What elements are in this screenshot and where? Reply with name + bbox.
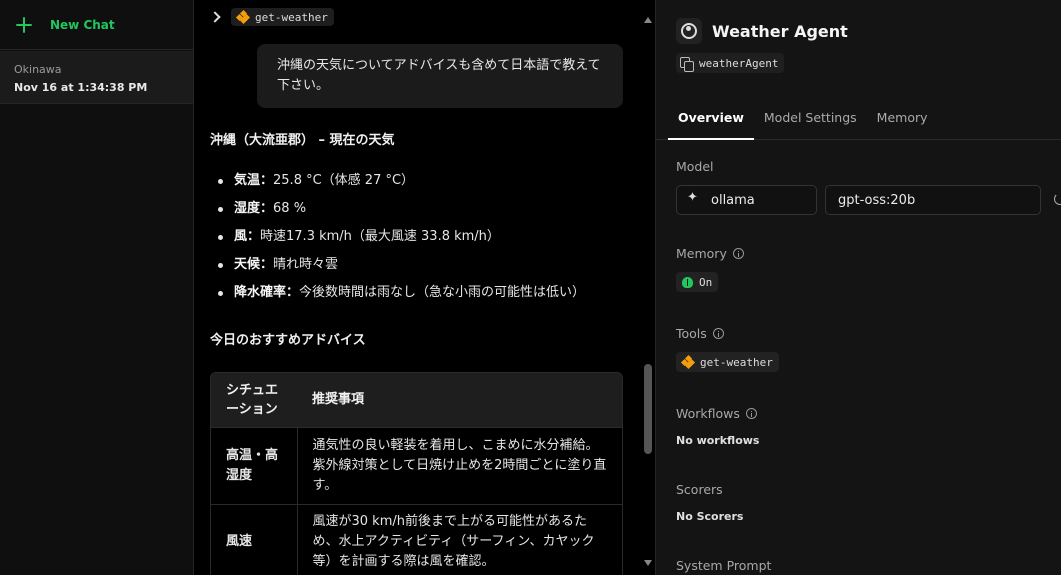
agent-icon bbox=[676, 18, 702, 44]
table-row: 風速 風速が30 km/h前後まで上がる可能性があるため、水上アクティビティ（サ… bbox=[211, 503, 622, 575]
table-cell: 高温・高湿度 bbox=[211, 426, 298, 504]
list-item: 風：時速17.3 km/h（最大風速 33.8 km/h） bbox=[210, 223, 640, 251]
reset-icon[interactable] bbox=[1054, 193, 1061, 205]
memory-status-badge: On bbox=[676, 272, 719, 292]
scroll-up-icon[interactable] bbox=[644, 17, 652, 23]
brain-icon bbox=[682, 276, 693, 288]
agent-panel: Weather Agent weatherAgent Overview Mode… bbox=[655, 0, 1061, 575]
agent-header: Weather Agent bbox=[676, 18, 848, 44]
tab-overview[interactable]: Overview bbox=[668, 98, 754, 140]
list-item: 降水確率：今後数時間は雨なし（急な小雨の可能性は低い） bbox=[210, 279, 640, 307]
thread-timestamp: Nov 16 at 1:34:38 PM bbox=[14, 81, 148, 94]
tool-call-badge[interactable]: get-weather bbox=[231, 8, 334, 26]
model-name-value: gpt-oss:20b bbox=[838, 192, 916, 208]
tool-name: get-weather bbox=[700, 355, 773, 369]
tool-badge[interactable]: get-weather bbox=[676, 352, 779, 372]
memory-status: On bbox=[699, 275, 713, 289]
new-chat-button[interactable]: New Chat bbox=[0, 0, 193, 50]
list-item: 天候：晴れ時々雲 bbox=[210, 251, 640, 279]
table-row: 高温・高湿度 通気性の良い軽装を着用し、こまめに水分補給。紫外線対策として日焼け… bbox=[211, 426, 622, 504]
info-icon[interactable] bbox=[732, 248, 744, 259]
tool-call-name: get-weather bbox=[255, 10, 328, 24]
response-title: 沖縄（大流亜郡） – 現在の天気 bbox=[210, 133, 395, 148]
tab-memory[interactable]: Memory bbox=[867, 98, 938, 139]
info-icon[interactable] bbox=[712, 328, 724, 339]
advice-table: シチュエーション 推奨事項 高温・高湿度 通気性の良い軽装を着用し、こまめに水分… bbox=[210, 372, 623, 575]
tool-icon bbox=[680, 354, 696, 370]
model-name-input[interactable]: gpt-oss:20b bbox=[825, 185, 1041, 215]
table-header: 推奨事項 bbox=[297, 373, 622, 427]
scorers-value: No Scorers bbox=[676, 510, 744, 523]
agent-id: weatherAgent bbox=[699, 56, 779, 70]
plus-icon bbox=[14, 15, 34, 35]
scroll-down-icon[interactable] bbox=[644, 560, 652, 566]
list-item: 湿度：68 % bbox=[210, 195, 640, 223]
tools-label: Tools bbox=[676, 326, 724, 341]
table-cell: 風速が30 km/h前後まで上がる可能性があるため、水上アクティビティ（サーフィ… bbox=[297, 503, 622, 575]
weather-list: 気温：25.8 °C（体感 27 °C） 湿度：68 % 風：時速17.3 km… bbox=[210, 167, 640, 307]
user-message: 沖縄の天気についてアドバイスも含めて日本語で教えて下さい。 bbox=[257, 44, 623, 108]
workflows-value: No workflows bbox=[676, 434, 760, 447]
thread-item[interactable]: Okinawa Nov 16 at 1:34:38 PM bbox=[0, 51, 193, 104]
sparkle-icon bbox=[687, 190, 701, 207]
model-label: Model bbox=[676, 159, 714, 174]
table-cell: 通気性の良い軽装を着用し、こまめに水分補給。紫外線対策として日焼け止めを2時間ご… bbox=[297, 426, 622, 504]
tab-model-settings[interactable]: Model Settings bbox=[754, 98, 867, 139]
system-prompt-label: System Prompt bbox=[676, 558, 772, 573]
thread-title: Okinawa bbox=[14, 63, 62, 76]
model-provider-value: ollama bbox=[711, 192, 755, 208]
advice-title: 今日のおすすめアドバイス bbox=[210, 333, 366, 348]
copy-icon bbox=[680, 56, 694, 72]
chevron-right-icon[interactable] bbox=[209, 11, 221, 23]
agent-id-copy-button[interactable]: weatherAgent bbox=[676, 53, 785, 73]
table-cell: 風速 bbox=[211, 503, 298, 575]
new-chat-label: New Chat bbox=[50, 17, 115, 32]
agent-name: Weather Agent bbox=[712, 21, 848, 41]
tool-icon bbox=[235, 9, 251, 25]
chat-thread: get-weather 沖縄の天気についてアドバイスも含めて日本語で教えて下さい… bbox=[195, 0, 654, 575]
model-provider-select[interactable]: ollama bbox=[676, 185, 817, 215]
list-item: 気温：25.8 °C（体感 27 °C） bbox=[210, 167, 640, 195]
chat-scrollbar[interactable] bbox=[642, 14, 653, 570]
scroll-thumb[interactable] bbox=[644, 364, 652, 454]
sidebar: New Chat Okinawa Nov 16 at 1:34:38 PM bbox=[0, 0, 194, 575]
workflows-label: Workflows bbox=[676, 406, 757, 421]
scorers-label: Scorers bbox=[676, 482, 723, 497]
table-header: シチュエーション bbox=[211, 373, 297, 427]
tool-call-row[interactable]: get-weather bbox=[209, 8, 334, 26]
memory-label: Memory bbox=[676, 246, 744, 261]
agent-tabs: Overview Model Settings Memory bbox=[656, 98, 1061, 140]
info-icon[interactable] bbox=[745, 408, 757, 419]
